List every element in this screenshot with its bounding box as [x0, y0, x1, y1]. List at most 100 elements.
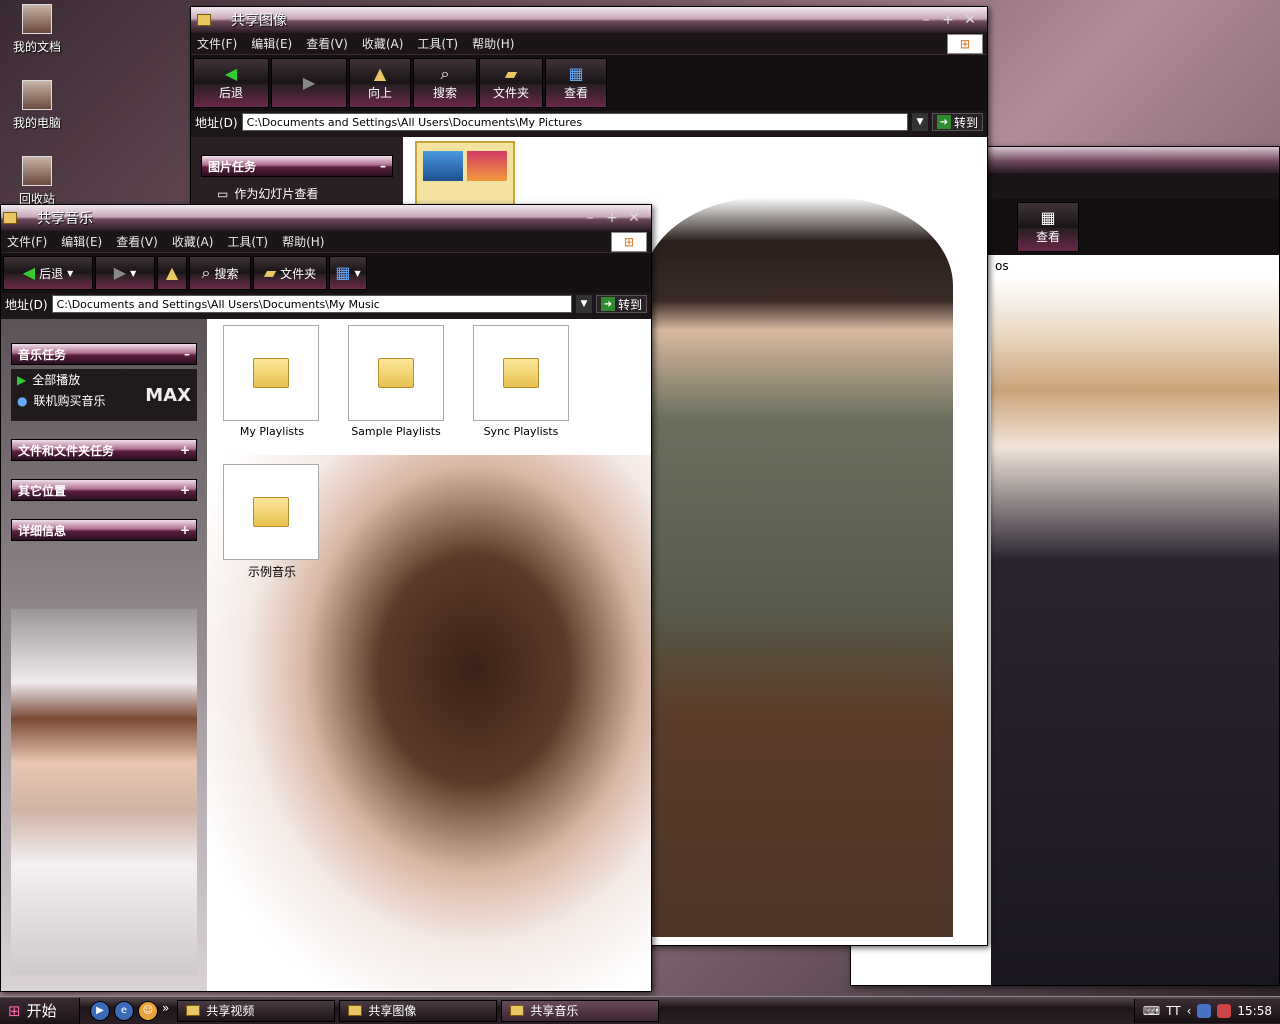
sample-pictures-folder[interactable]: [415, 141, 515, 211]
desktop-icon-my-computer[interactable]: 我的电脑: [2, 80, 72, 131]
tray-chevron-icon[interactable]: ‹: [1187, 1004, 1192, 1018]
file-folder-tasks-header[interactable]: 文件和文件夹任务 +: [11, 439, 197, 461]
pictures-address-bar: 地址(D) C:\Documents and Settings\All User…: [191, 111, 987, 133]
dropdown-arrow-icon: ▼: [67, 268, 74, 278]
windows-logo-icon: ⊞: [611, 231, 647, 252]
folder-icon: [197, 14, 211, 26]
folder-icon: [510, 1005, 525, 1016]
desktop-icon-label: 我的文档: [12, 40, 61, 54]
quick-launch-chevron-icon[interactable]: »: [162, 1001, 169, 1021]
other-places-header[interactable]: 其它位置 +: [11, 479, 197, 501]
expand-icon: +: [179, 483, 190, 497]
menu-edit[interactable]: 编辑(E): [251, 35, 292, 52]
desktop-icon-label: 我的电脑: [12, 116, 61, 130]
up-button[interactable]: ▲: [157, 256, 187, 290]
close-button[interactable]: ✕: [959, 12, 981, 28]
desktop-icon-my-documents[interactable]: 我的文档: [2, 4, 72, 55]
menu-help[interactable]: 帮助(H): [282, 233, 324, 250]
maximize-button[interactable]: +: [937, 12, 959, 28]
folder-up-icon: ▲: [373, 63, 387, 83]
folders-button[interactable]: ▰ 文件夹: [253, 256, 327, 290]
max-brand: MAX: [145, 385, 191, 406]
video-content-photo: [991, 277, 1279, 985]
menu-tools[interactable]: 工具(T): [417, 35, 458, 52]
menu-file[interactable]: 文件(F): [197, 35, 237, 52]
search-icon: ⌕: [201, 263, 211, 282]
start-button[interactable]: ⊞ 开始: [0, 997, 80, 1024]
details-header[interactable]: 详细信息 +: [11, 519, 197, 541]
go-button[interactable]: ➜ 转到: [595, 295, 647, 313]
clock[interactable]: 15:58: [1237, 1004, 1272, 1018]
collapse-icon: –: [184, 347, 190, 361]
expand-icon: +: [179, 523, 190, 537]
forward-button[interactable]: ▶ ▼: [95, 256, 155, 290]
forward-button[interactable]: ▶: [271, 58, 347, 108]
address-field[interactable]: C:\Documents and Settings\All Users\Docu…: [51, 295, 572, 313]
address-dropdown-icon[interactable]: ▼: [911, 113, 928, 131]
up-button[interactable]: ▲ 向上: [349, 58, 411, 108]
maximize-button[interactable]: +: [601, 210, 623, 226]
music-titlebar[interactable]: 共享音乐 – + ✕: [1, 205, 651, 231]
keyboard-icon[interactable]: ⌨: [1143, 1004, 1160, 1018]
music-side-pane: 音乐任务 – ▶ 全部播放 ● 联机购买音乐 MAX 文件和文件夹任务 + 其它…: [1, 319, 207, 991]
folder-label: Sample Playlists: [351, 425, 441, 438]
menu-edit[interactable]: 编辑(E): [61, 233, 102, 250]
address-dropdown-icon[interactable]: ▼: [575, 295, 592, 313]
menu-favorites[interactable]: 收藏(A): [172, 233, 214, 250]
back-button[interactable]: ◀ 后退 ▼: [3, 256, 93, 290]
pictures-titlebar[interactable]: 共享图像 – + ✕: [191, 7, 987, 33]
menu-file[interactable]: 文件(F): [7, 233, 47, 250]
folder-sample-music[interactable]: [223, 464, 319, 560]
menu-view[interactable]: 查看(V): [306, 35, 348, 52]
folder-sync-playlists[interactable]: [473, 325, 569, 421]
folders-icon: ▰: [504, 63, 518, 83]
folder-icon: [253, 497, 289, 527]
pictures-menubar: 文件(F) 编辑(E) 查看(V) 收藏(A) 工具(T) 帮助(H) ⊞: [191, 33, 987, 55]
go-button[interactable]: ➜ 转到: [931, 113, 983, 131]
address-field[interactable]: C:\Documents and Settings\All Users\Docu…: [241, 113, 908, 131]
internet-explorer-icon[interactable]: e: [114, 1000, 134, 1021]
volume-icon[interactable]: [1217, 1003, 1232, 1018]
music-menubar: 文件(F) 编辑(E) 查看(V) 收藏(A) 工具(T) 帮助(H) ⊞: [1, 231, 651, 253]
views-button[interactable]: ▦ 查看: [545, 58, 607, 108]
media-player-icon[interactable]: ▶: [90, 1000, 110, 1021]
collapse-icon: –: [380, 159, 386, 173]
folder-label: My Playlists: [239, 425, 305, 438]
network-icon[interactable]: [1197, 1003, 1212, 1018]
back-button[interactable]: ◀ 后退: [193, 58, 269, 108]
messenger-icon[interactable]: ☺: [138, 1000, 158, 1021]
sidebar-portrait: [11, 609, 197, 975]
taskbar-button-shared-music[interactable]: 共享音乐: [501, 999, 660, 1022]
search-button[interactable]: ⌕ 搜索: [189, 256, 251, 290]
menu-tools[interactable]: 工具(T): [227, 233, 268, 250]
folder-sample-playlists[interactable]: [348, 325, 444, 421]
picture-tasks-header[interactable]: 图片任务 –: [201, 155, 393, 177]
expand-icon: +: [179, 443, 190, 457]
menu-favorites[interactable]: 收藏(A): [362, 35, 404, 52]
taskbar-button-shared-video[interactable]: 共享视频: [177, 999, 336, 1022]
play-icon: ▶: [17, 372, 27, 387]
window-shared-music[interactable]: 共享音乐 – + ✕ 文件(F) 编辑(E) 查看(V) 收藏(A) 工具(T)…: [0, 204, 652, 992]
views-button[interactable]: ▦ ▼: [329, 256, 367, 290]
folder-my-playlists[interactable]: [223, 325, 319, 421]
slideshow-task[interactable]: ▭ 作为幻灯片查看: [191, 183, 403, 204]
tray-text[interactable]: TT: [1166, 1004, 1180, 1018]
video-views-button[interactable]: ▦ 查看: [1017, 202, 1079, 252]
taskbar-button-shared-pictures[interactable]: 共享图像: [339, 999, 498, 1022]
close-button[interactable]: ✕: [623, 210, 645, 226]
folders-button[interactable]: ▰ 文件夹: [479, 58, 543, 108]
back-arrow-icon: ◀: [224, 63, 238, 83]
minimize-button[interactable]: –: [579, 210, 601, 226]
go-arrow-icon: ➜: [600, 297, 615, 311]
minimize-button[interactable]: –: [915, 12, 937, 28]
taskbar: ⊞ 开始 ▶ e ☺ » 共享视频 共享图像 共享音乐 ⌨ TT ‹ 15:58: [0, 996, 1280, 1024]
my-documents-icon: [22, 4, 52, 34]
desktop-icon-recycle-bin[interactable]: 回收站: [2, 156, 72, 207]
menu-view[interactable]: 查看(V): [116, 233, 158, 250]
back-arrow-icon: ◀: [22, 263, 36, 282]
dropdown-arrow-icon: ▼: [130, 268, 137, 278]
search-icon: ⌕: [440, 63, 450, 83]
music-tasks-header[interactable]: 音乐任务 –: [11, 343, 197, 365]
search-button[interactable]: ⌕ 搜索: [413, 58, 477, 108]
menu-help[interactable]: 帮助(H): [472, 35, 514, 52]
